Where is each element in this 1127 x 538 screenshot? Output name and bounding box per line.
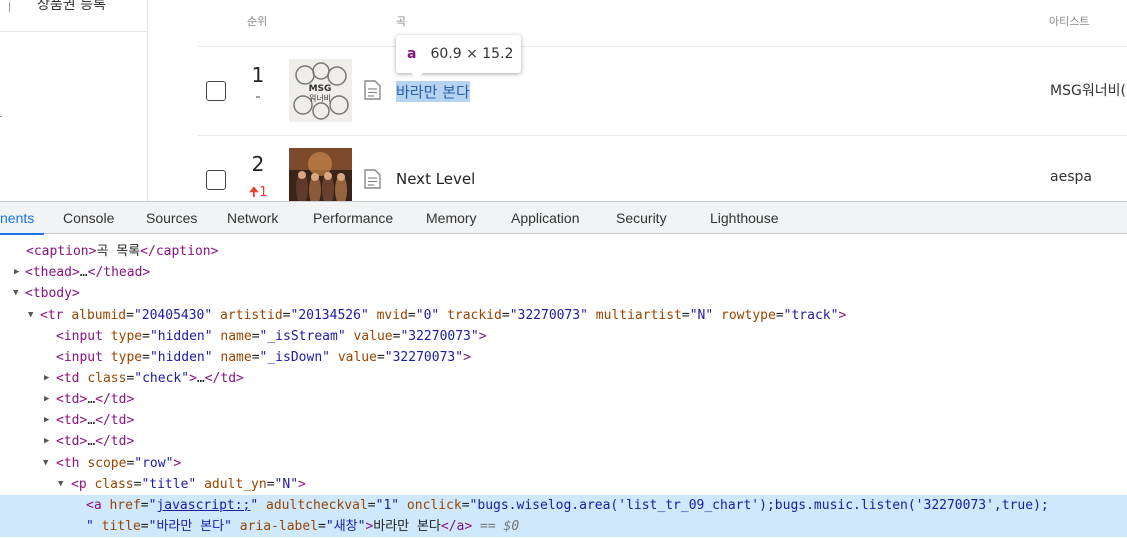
dom-node-td-check[interactable]: ▶ <td class="check">…</td> bbox=[0, 368, 1127, 389]
dom-node-p-title[interactable]: ▼ <p class="title" adult_yn="N"> bbox=[0, 474, 1127, 495]
track-title-link[interactable]: 바라만 본다 bbox=[396, 81, 470, 102]
svg-text:워너비: 워너비 bbox=[309, 93, 331, 103]
inspect-element-tooltip: a 60.9 × 15.2 bbox=[396, 35, 521, 73]
lyrics-icon[interactable] bbox=[363, 169, 382, 189]
dom-node-th[interactable]: ▼ <th scope="row"> bbox=[0, 453, 1127, 474]
column-header-artist: 아티스트 bbox=[1049, 15, 1090, 28]
lyrics-icon[interactable] bbox=[363, 80, 382, 100]
dom-node-input-isdown[interactable]: <input type="hidden" name="_isDown" valu… bbox=[0, 347, 1127, 368]
tooltip-dimensions: 60.9 × 15.2 bbox=[430, 46, 514, 62]
album-cover[interactable] bbox=[289, 148, 352, 201]
tab-elements[interactable]: nents bbox=[0, 210, 34, 226]
tab-application[interactable]: Application bbox=[511, 210, 580, 226]
dom-node-a-selected-cont[interactable]: " title="바라만 본다" aria-label="새창">바라만 본다<… bbox=[0, 516, 1127, 537]
tab-network[interactable]: Network bbox=[227, 210, 278, 226]
expand-caret-icon[interactable]: ▶ bbox=[44, 389, 49, 410]
tab-sources[interactable]: Sources bbox=[146, 210, 197, 226]
sidebar-item-marker bbox=[9, 2, 10, 12]
column-header-title: 곡 bbox=[396, 15, 407, 28]
dom-node-tbody[interactable]: ▼ <tbody> bbox=[0, 283, 1127, 304]
track-title-link[interactable]: Next Level bbox=[396, 170, 475, 188]
artist-link[interactable]: MSG워너비( bbox=[1050, 80, 1126, 100]
rank-change: - bbox=[255, 90, 261, 105]
expand-caret-icon[interactable]: ▶ bbox=[44, 431, 49, 452]
expand-caret-icon[interactable]: ▶ bbox=[44, 368, 49, 389]
tab-console[interactable]: Console bbox=[63, 210, 114, 226]
collapse-caret-icon[interactable]: ▼ bbox=[28, 305, 33, 326]
svg-text:MSG: MSG bbox=[309, 84, 332, 94]
dom-node-td[interactable]: ▶ <td>…</td> bbox=[0, 389, 1127, 410]
active-tab-indicator bbox=[0, 233, 44, 235]
row-checkbox[interactable] bbox=[206, 170, 226, 190]
web-page: 상품권 등록 순위 곡 아티스트 1 - MSG 워너비 바라만 본다 MSG워… bbox=[0, 0, 1127, 201]
tab-security[interactable]: Security bbox=[616, 210, 667, 226]
dom-node-tr[interactable]: ▼ <tr albumid="20405430" artistid="201345… bbox=[0, 305, 1127, 326]
sidebar-tick bbox=[0, 116, 2, 117]
sidebar-item-gift-card-register[interactable]: 상품권 등록 bbox=[0, 0, 147, 32]
dom-node-caption[interactable]: <caption>곡 목록</caption> bbox=[0, 241, 1127, 262]
tab-memory[interactable]: Memory bbox=[426, 210, 477, 226]
rank-number: 2 bbox=[251, 152, 265, 176]
artist-link[interactable]: aespa bbox=[1050, 169, 1092, 185]
album-cover[interactable]: MSG 워너비 bbox=[289, 59, 352, 122]
column-header-rank: 순위 bbox=[247, 15, 268, 28]
tooltip-arrow bbox=[411, 73, 423, 79]
rank-change-value: 1 bbox=[259, 185, 268, 200]
row-divider bbox=[198, 135, 1127, 136]
dom-node-td[interactable]: ▶ <td>…</td> bbox=[0, 410, 1127, 431]
sidebar-item-label: 상품권 등록 bbox=[37, 0, 106, 13]
chart-table: 순위 곡 아티스트 1 - MSG 워너비 바라만 본다 MSG워너비(2 🠉… bbox=[198, 0, 1127, 201]
collapse-caret-icon[interactable]: ▼ bbox=[58, 474, 63, 495]
tooltip-tag-name: a bbox=[407, 46, 417, 62]
rank-number: 1 bbox=[251, 63, 265, 87]
expand-caret-icon[interactable]: ▶ bbox=[44, 410, 49, 431]
tab-lighthouse[interactable]: Lighthouse bbox=[710, 210, 779, 226]
dom-node-a-selected[interactable]: <a href="javascript:;" adultcheckval="1"… bbox=[0, 495, 1127, 516]
dom-node-input-isstream[interactable]: <input type="hidden" name="_isStream" va… bbox=[0, 326, 1127, 347]
tab-performance[interactable]: Performance bbox=[313, 210, 393, 226]
collapse-caret-icon[interactable]: ▼ bbox=[43, 453, 48, 474]
devtools-tab-bar: nents Console Sources Network Performanc… bbox=[0, 201, 1127, 235]
row-checkbox[interactable] bbox=[206, 81, 226, 101]
arrow-up-icon: 🠉 bbox=[248, 185, 260, 200]
dom-node-thead[interactable]: ▶ <thead>…</thead> bbox=[0, 262, 1127, 283]
header-divider bbox=[198, 46, 1127, 47]
devtools-panel: nents Console Sources Network Performanc… bbox=[0, 201, 1127, 538]
sidebar: 상품권 등록 bbox=[0, 0, 148, 201]
rank-change: 🠉1 bbox=[238, 183, 278, 201]
collapse-caret-icon[interactable]: ▼ bbox=[13, 283, 18, 304]
dom-node-td[interactable]: ▶ <td>…</td> bbox=[0, 431, 1127, 452]
expand-caret-icon[interactable]: ▶ bbox=[14, 262, 19, 283]
